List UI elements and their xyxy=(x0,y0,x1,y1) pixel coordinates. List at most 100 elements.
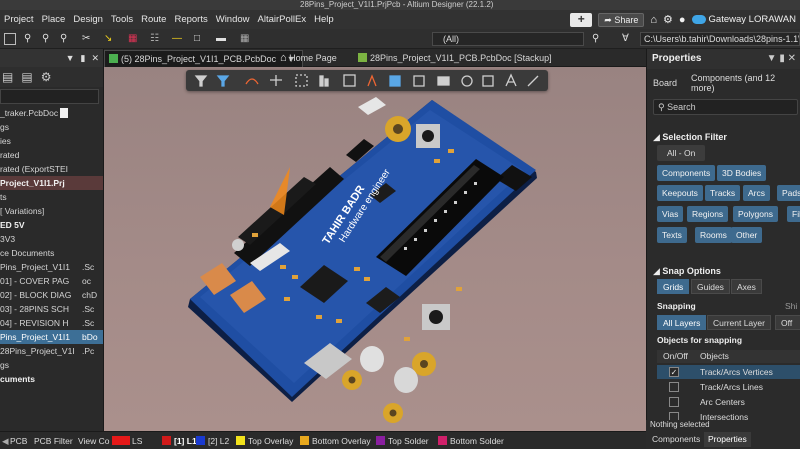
menu-project[interactable]: Project xyxy=(0,14,38,25)
layer-tab-bottom-solder[interactable]: Bottom Solder xyxy=(450,432,504,449)
add-button[interactable]: + xyxy=(570,12,593,27)
project-tree-item[interactable]: gs xyxy=(0,120,103,134)
snap-grids-button[interactable]: Grids xyxy=(657,279,690,294)
chart-icon[interactable] xyxy=(319,75,324,87)
share-button[interactable]: ➦ Share xyxy=(598,12,645,27)
properties-panel-controls[interactable]: ▼ ▮ ✕ xyxy=(767,49,796,69)
scroll-left-icon[interactable]: ◀ xyxy=(2,432,9,449)
line-icon[interactable] xyxy=(527,75,539,87)
filter-chip-fills[interactable]: Fills xyxy=(787,206,800,222)
select-box-icon[interactable] xyxy=(295,74,308,87)
project-tree-item[interactable]: 28Pins_Project_V1I .Pc xyxy=(0,344,103,358)
snap-object-row[interactable]: Arc Centers xyxy=(657,395,800,409)
path-field[interactable]: C:\Users\b.tahir\Downloads\28pins-1.1\28 xyxy=(640,32,800,46)
project-tree-item[interactable]: rated (ExportSTEI xyxy=(0,162,103,176)
snap-all-layers-button[interactable]: All Layers xyxy=(657,315,707,330)
crosshair-icon[interactable] xyxy=(270,75,282,86)
layer-tab-top-solder[interactable]: Top Solder xyxy=(388,432,429,449)
filter-select[interactable]: (All) xyxy=(432,32,584,46)
pcb-3d-viewport[interactable]: TAHIR BADR Hardware engineer xyxy=(104,67,646,431)
layer-tab-view-co[interactable]: View Co xyxy=(78,432,110,449)
menu-design[interactable]: Design xyxy=(69,14,107,25)
snap-object-row[interactable]: ✓ Track/Arcs Vertices xyxy=(657,365,800,379)
filter-clear-icon[interactable]: ⚲ xyxy=(592,32,599,46)
workspace-selector[interactable]: Gateway LORAWAN xyxy=(691,14,800,25)
panel-menu-icon[interactable]: ▼ xyxy=(66,53,75,63)
layer-tab-1-l1[interactable]: [1] L1 xyxy=(174,432,197,449)
zoom-selected-icon[interactable]: ⚲ xyxy=(42,32,49,46)
menu-route[interactable]: Route xyxy=(137,14,170,25)
filter-chip-vias[interactable]: Vias xyxy=(657,206,684,222)
project-tree-item[interactable]: Pins_Project_V1I1 .Sc xyxy=(0,260,103,274)
tab-pcb-document[interactable]: (5) 28Pins_Project_V1I1_PCB.PcbDoc ▼ xyxy=(104,50,303,67)
filter-chip-regions[interactable]: Regions xyxy=(687,206,729,222)
project-tree-item[interactable]: rated xyxy=(0,148,103,162)
filter-chip-rooms[interactable]: Rooms xyxy=(695,227,732,243)
component-icon[interactable]: ▦ xyxy=(128,32,137,46)
snap-object-row[interactable]: Track/Arcs Lines xyxy=(657,380,800,394)
settings-icon[interactable]: ⚙ xyxy=(41,70,52,84)
pad-icon[interactable] xyxy=(389,75,401,87)
route-icon[interactable] xyxy=(245,78,259,85)
menu-altairpollex[interactable]: AltairPollEx xyxy=(254,14,311,25)
filter-active-icon[interactable] xyxy=(216,75,230,87)
panel-close-icon[interactable]: ✕ xyxy=(91,53,99,64)
project-tree-item[interactable]: _traker.PcbDoc xyxy=(0,106,103,120)
filter-chip-polygons[interactable]: Polygons xyxy=(733,206,778,222)
circle-icon[interactable] xyxy=(461,75,473,87)
snap-off-button[interactable]: Off xyxy=(775,315,800,330)
snap-object-checkbox[interactable] xyxy=(669,382,679,392)
scope-components[interactable]: Components (and 12 more) xyxy=(691,73,800,93)
snap-object-checkbox[interactable] xyxy=(669,397,679,407)
properties-search-input[interactable]: ⚲ Search xyxy=(653,99,798,115)
project-tree-item[interactable]: cuments xyxy=(0,372,103,386)
align-icon[interactable]: ☷ xyxy=(150,32,159,46)
project-tree-item[interactable]: Pins_Project_V1I1 bDo xyxy=(0,330,103,344)
filter-chip-other[interactable]: Other xyxy=(731,227,763,243)
interactive-route-icon[interactable]: ↘ xyxy=(104,32,112,46)
filter-chip-tracks[interactable]: Tracks xyxy=(705,185,741,201)
menu-reports[interactable]: Reports xyxy=(170,14,211,25)
menu-tools[interactable]: Tools xyxy=(107,14,137,25)
filter-chip-pads[interactable]: Pads xyxy=(777,185,800,201)
panel-pin-icon[interactable]: ▮ xyxy=(81,53,86,64)
project-tree-item[interactable]: gs xyxy=(0,358,103,372)
scope-board[interactable]: Board xyxy=(653,78,677,88)
layer-tab-pcb[interactable]: PCB xyxy=(10,432,27,449)
panel-tab-properties[interactable]: Properties xyxy=(704,432,751,447)
layer-tab-2-l2[interactable]: [2] L2 xyxy=(208,432,229,449)
menu-help[interactable]: Help xyxy=(310,14,338,25)
polygon-icon[interactable]: □ xyxy=(194,32,200,46)
snap-options-header[interactable]: ◢ Snap Options xyxy=(647,263,721,279)
region-icon[interactable] xyxy=(413,75,425,87)
filter-chip-3d-bodies[interactable]: 3D Bodies xyxy=(717,165,767,181)
graphic-icon[interactable] xyxy=(482,75,494,87)
panel-tab-components[interactable]: Components xyxy=(648,432,704,447)
project-tree-item[interactable]: [ Variations] xyxy=(0,204,103,218)
cut-icon[interactable]: ✂ xyxy=(82,32,90,46)
filter-chip-texts[interactable]: Texts xyxy=(657,227,687,243)
filter-chip-keepouts[interactable]: Keepouts xyxy=(657,185,703,201)
menu-place[interactable]: Place xyxy=(38,14,70,25)
tab-stackup[interactable]: 28Pins_Project_V1I1_PCB.PcbDoc [Stackup] xyxy=(358,50,552,67)
tab-home-page[interactable]: ⌂ Home Page xyxy=(280,50,337,67)
grid-icon[interactable]: ▦ xyxy=(240,32,249,46)
text-a-icon[interactable] xyxy=(505,73,517,87)
projects-search-input[interactable] xyxy=(0,89,99,104)
document-icon[interactable]: ▤ xyxy=(21,70,32,84)
filter-icon[interactable]: ∀ xyxy=(622,32,629,46)
snap-current-layer-button[interactable]: Current Layer xyxy=(707,315,771,330)
layer-tab-pcb-filter[interactable]: PCB Filter xyxy=(34,432,73,449)
project-tree-item[interactable]: ts xyxy=(0,190,103,204)
snap-object-checkbox[interactable]: ✓ xyxy=(669,367,679,377)
project-tree-item[interactable]: 02] - BLOCK DIAG chD xyxy=(0,288,103,302)
project-tree-item[interactable]: 3V3 xyxy=(0,232,103,246)
user-icon[interactable]: ● xyxy=(679,14,686,26)
snap-axes-button[interactable]: Axes xyxy=(731,279,762,294)
filter-chip-arcs[interactable]: Arcs xyxy=(743,185,770,201)
text-icon[interactable]: ▬ xyxy=(216,32,226,46)
filter-chip-components[interactable]: Components xyxy=(657,165,716,181)
menu-window[interactable]: Window xyxy=(212,14,254,25)
filter-funnel-icon[interactable] xyxy=(194,75,208,87)
snap-guides-button[interactable]: Guides xyxy=(691,279,730,294)
